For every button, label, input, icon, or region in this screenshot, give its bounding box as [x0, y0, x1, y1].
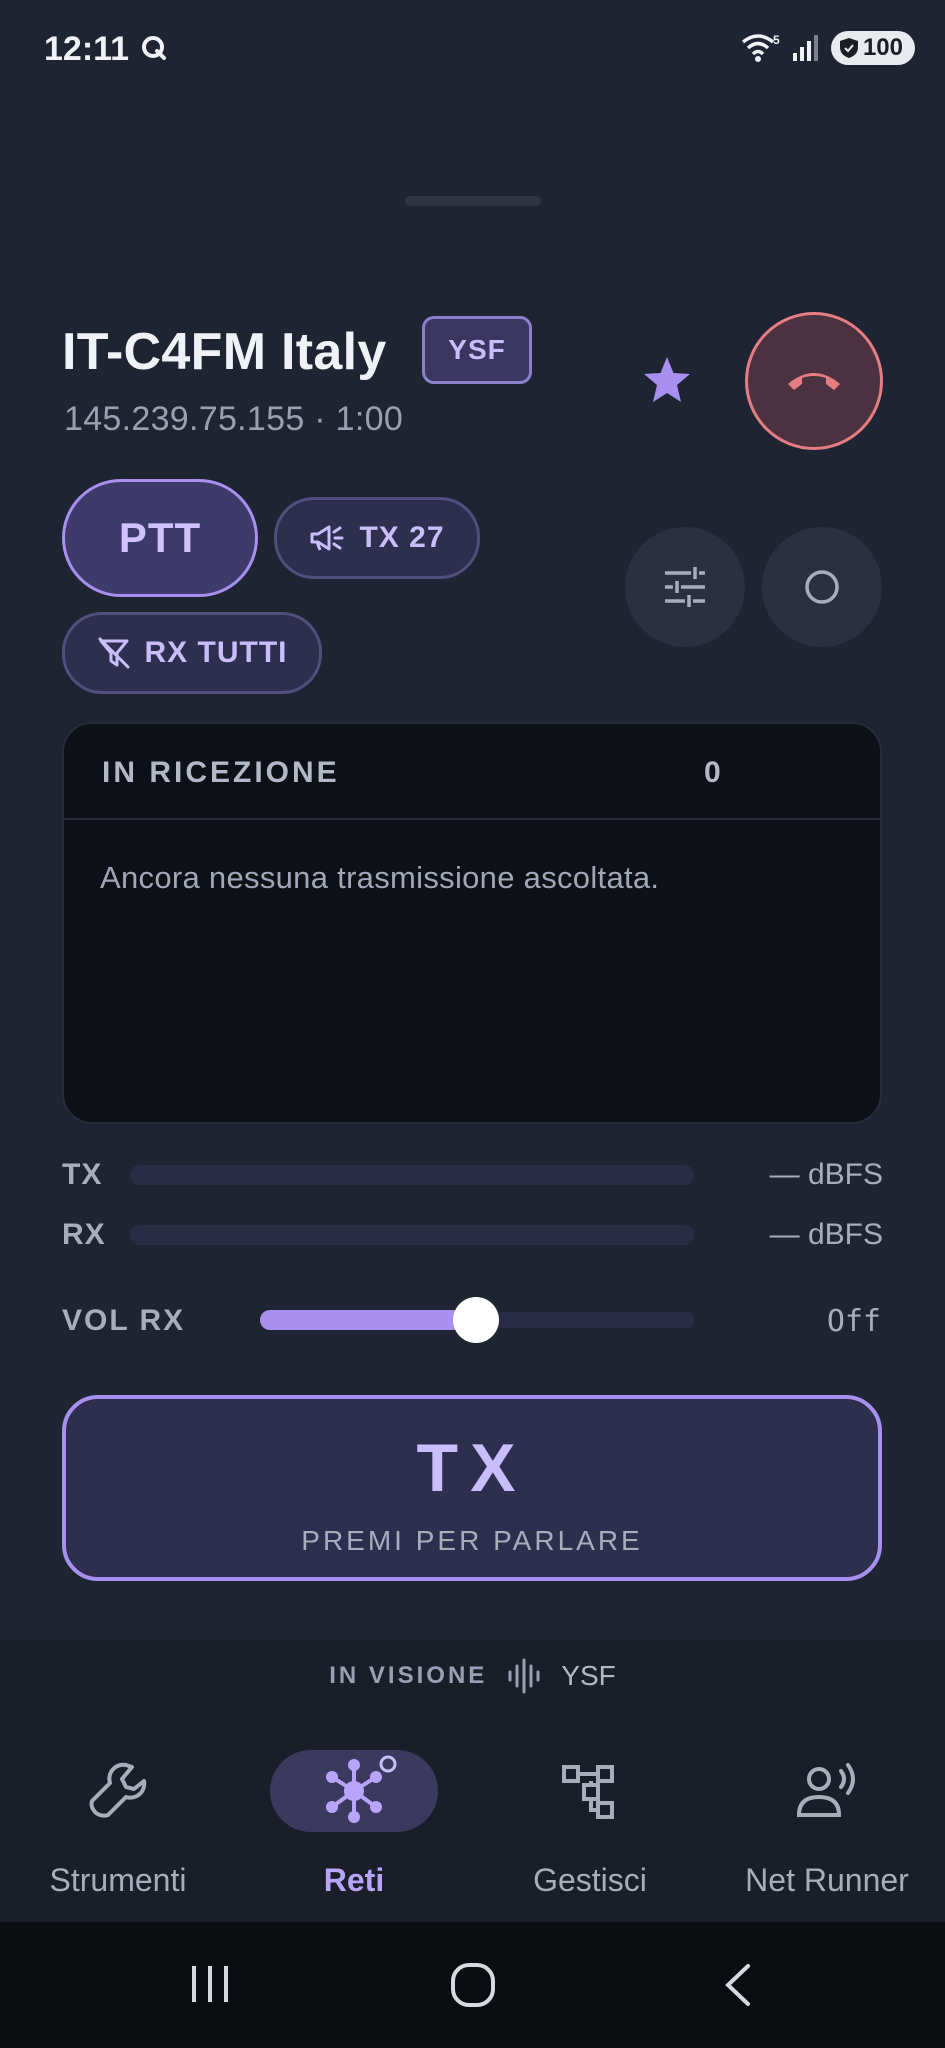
phone-hangup-icon [788, 373, 840, 390]
tx-meter-bar [130, 1165, 694, 1185]
receiving-count: 0 [704, 756, 721, 789]
volume-value: Off [826, 1304, 881, 1339]
in-visione-bar: IN VISIONE YSF [0, 1658, 945, 1694]
nav-item-strumenti[interactable]: Strumenti [0, 1750, 236, 1900]
nav-label-gestisci: Gestisci [533, 1862, 647, 1898]
wifi-icon: 5 [741, 33, 780, 62]
receiving-title: IN RICEZIONE [102, 756, 340, 789]
rx-filter-button[interactable]: RX TUTTI [62, 612, 322, 694]
tx-meter-label: TX [62, 1158, 103, 1191]
tx-talkgroup-button[interactable]: TX 27 [274, 497, 480, 579]
hangup-button[interactable] [745, 312, 883, 450]
tx-button-title: TX [416, 1430, 528, 1506]
network-title: IT-C4FM Italy [62, 323, 387, 381]
in-visione-label: IN VISIONE [329, 1662, 488, 1689]
tx-talkgroup-label: TX 27 [359, 521, 445, 554]
audio-wave-icon [508, 1658, 540, 1694]
filter-off-icon [98, 637, 129, 669]
back-icon[interactable] [720, 1962, 756, 2008]
megaphone-icon [310, 525, 344, 551]
wrench-icon [89, 1762, 147, 1818]
battery-indicator: 100 [830, 31, 915, 65]
receiving-empty-text: Ancora nessuna trasmissione ascoltata. [100, 860, 660, 895]
home-icon[interactable] [450, 1962, 496, 2008]
volume-label: VOL RX [62, 1304, 186, 1337]
receiving-header: IN RICEZIONE 0 [64, 724, 880, 820]
sync-icon [142, 36, 166, 60]
nav-label-strumenti: Strumenti [49, 1862, 187, 1898]
audio-settings-button[interactable] [625, 527, 745, 647]
shield-icon [839, 38, 858, 58]
nav-item-reti[interactable]: Reti [236, 1750, 472, 1900]
network-address: 145.239.75.155 · 1:00 [64, 400, 404, 438]
status-indicators: 5 100 [741, 30, 915, 66]
volume-slider-fill [260, 1310, 478, 1330]
nav-item-gestisci[interactable]: Gestisci [472, 1750, 708, 1900]
person-voice-icon [796, 1763, 855, 1817]
volume-slider-thumb[interactable] [453, 1297, 499, 1343]
notification-dot-icon [379, 1755, 397, 1773]
hierarchy-icon [562, 1765, 614, 1819]
receiving-panel: IN RICEZIONE 0 Ancora nessuna trasmissio… [62, 722, 882, 1124]
tune-sliders-icon [665, 567, 705, 607]
signal-icon [792, 35, 818, 61]
battery-level: 100 [862, 34, 903, 61]
wifi-badge: 5 [773, 33, 780, 47]
tx-button-subtitle: PREMI PER PARLARE [301, 1525, 643, 1556]
system-navigation-bar [0, 1922, 945, 2048]
ptt-toggle[interactable]: PTT [62, 479, 258, 597]
tx-meter-value: — dBFS [769, 1158, 883, 1191]
rx-filter-label: RX TUTTI [144, 636, 288, 669]
rx-meter-label: RX [62, 1218, 106, 1251]
recent-apps-icon[interactable] [188, 1962, 232, 2006]
favorite-star-icon[interactable] [638, 352, 696, 410]
record-button[interactable] [762, 527, 882, 647]
in-visione-mode: YSF [561, 1660, 616, 1691]
push-to-talk-button[interactable]: TX PREMI PER PARLARE [62, 1395, 882, 1581]
sheet-drag-handle[interactable] [405, 196, 541, 206]
mode-badge: YSF [422, 316, 532, 384]
rx-meter-value: — dBFS [769, 1218, 883, 1251]
nav-label-reti: Reti [323, 1862, 385, 1898]
status-time: 12:11 [44, 30, 130, 68]
nav-label-net-runner: Net Runner [745, 1862, 909, 1898]
record-circle-icon [805, 570, 839, 604]
rx-meter-bar [130, 1225, 694, 1245]
nav-item-net-runner[interactable]: Net Runner [709, 1750, 945, 1900]
ptt-label: PTT [118, 514, 202, 561]
